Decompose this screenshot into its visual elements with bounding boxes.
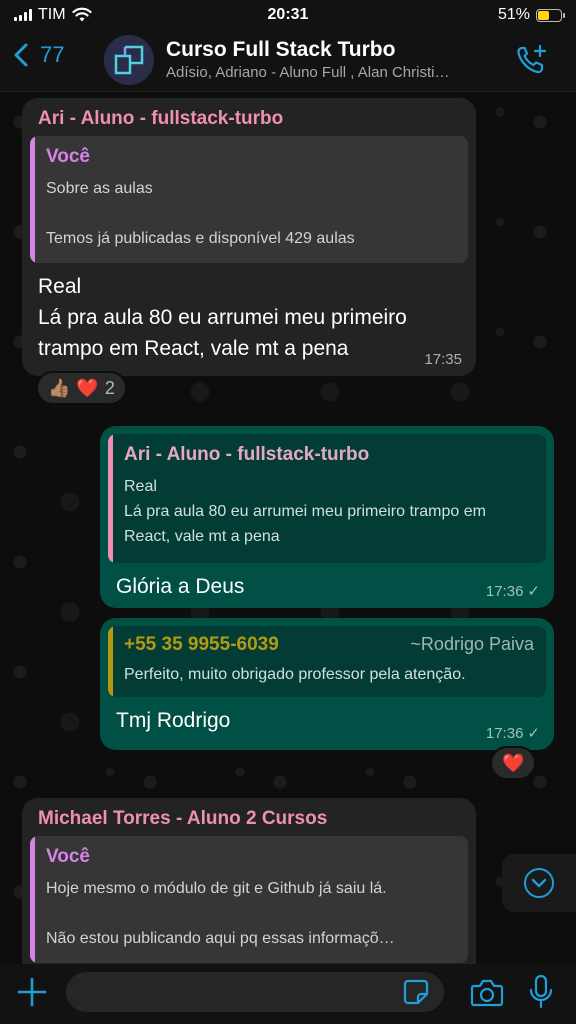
- message-time: 17:35: [424, 351, 462, 368]
- quoted-message[interactable]: Você Sobre as aulas Temos já publicadas …: [30, 136, 468, 263]
- reaction-count: 2: [104, 377, 115, 398]
- group-avatar[interactable]: [104, 35, 154, 85]
- quoted-text: Real Lá pra aula 80 eu arrumei meu prime…: [124, 478, 486, 545]
- sent-check-icon: ✓: [527, 583, 540, 600]
- heart-emoji-icon: ❤️: [502, 752, 525, 773]
- quoted-text: Perfeito, muito obrigado professor pela …: [124, 666, 466, 683]
- quoted-text: Sobre as aulas Temos já publicadas e dis…: [46, 180, 355, 247]
- outgoing-message[interactable]: Ari - Aluno - fullstack-turbo Real Lá pr…: [100, 426, 554, 608]
- group-title[interactable]: Curso Full Stack Turbo: [166, 38, 395, 62]
- plus-icon[interactable]: [16, 976, 48, 1008]
- quoted-author: Você: [46, 146, 91, 167]
- sticker-icon[interactable]: [402, 978, 430, 1006]
- incoming-message[interactable]: Ari - Aluno - fullstack-turbo Você Sobre…: [22, 98, 476, 376]
- unread-count: 77: [40, 42, 65, 67]
- scroll-to-bottom-button[interactable]: [502, 854, 576, 912]
- message-line: Real: [38, 275, 82, 298]
- composer-bar: [0, 964, 576, 1024]
- quoted-message[interactable]: Você Hoje mesmo o módulo de git e Github…: [30, 836, 468, 963]
- clock: 20:31: [267, 6, 309, 23]
- battery-level: [538, 10, 550, 20]
- camera-icon[interactable]: [470, 978, 504, 1008]
- heart-emoji-icon: ❤️: [76, 377, 99, 398]
- message-line: Lá pra aula 80 eu arrumei meu primeiro t…: [38, 306, 407, 360]
- reactions-badge[interactable]: ❤️: [490, 746, 537, 780]
- sender-name: Michael Torres - Aluno 2 Cursos: [38, 808, 328, 829]
- quoted-header: +55 35 9955-6039 ~Rodrigo Paiva: [124, 634, 534, 656]
- quoted-push-name: ~Rodrigo Paiva: [410, 634, 534, 654]
- chevron-down-circle-icon: [524, 868, 554, 898]
- thumbs-up-emoji-icon: 👍🏽: [48, 377, 71, 398]
- message-text: Real Lá pra aula 80 eu arrumei meu prime…: [38, 271, 460, 364]
- message-time: 17:36: [485, 724, 524, 742]
- message-text: Glória a Deus: [116, 575, 245, 598]
- message-list[interactable]: Ari - Aluno - fullstack-turbo Você Sobre…: [0, 92, 576, 964]
- quoted-author: Ari - Aluno - fullstack-turbo: [124, 444, 370, 465]
- quoted-phone: +55 35 9955-6039: [124, 634, 279, 655]
- group-members[interactable]: Adísio, Adriano - Aluno Full , Alan Chri…: [166, 64, 496, 81]
- message-text: Tmj Rodrigo: [116, 709, 231, 732]
- message-input[interactable]: [66, 972, 444, 1012]
- outgoing-message[interactable]: +55 35 9955-6039 ~Rodrigo Paiva Perfeito…: [100, 618, 554, 750]
- quoted-message[interactable]: +55 35 9955-6039 ~Rodrigo Paiva Perfeito…: [108, 626, 546, 697]
- message-meta: 17:35: [424, 351, 462, 368]
- quoted-author: Você: [46, 846, 91, 867]
- microphone-icon[interactable]: [526, 974, 556, 1010]
- add-call-icon[interactable]: [514, 42, 550, 78]
- battery-icon: [536, 8, 565, 22]
- reactions-badge[interactable]: 👍🏽 ❤️ 2: [36, 371, 127, 405]
- group-logo-icon: [114, 45, 144, 75]
- message-meta: 17:36 ✓: [485, 582, 540, 601]
- chat-header: 77 Curso Full Stack Turbo Adísio, Adrian…: [0, 30, 576, 92]
- quoted-text: Hoje mesmo o módulo de git e Github já s…: [46, 880, 395, 947]
- quoted-message[interactable]: Ari - Aluno - fullstack-turbo Real Lá pr…: [108, 434, 546, 563]
- incoming-message[interactable]: Michael Torres - Aluno 2 Cursos Você Hoj…: [22, 798, 476, 964]
- battery-percent: 51%: [497, 6, 530, 23]
- message-meta: 17:36 ✓: [485, 724, 540, 743]
- message-time: 17:36: [485, 582, 524, 600]
- chevron-left-icon: [14, 43, 28, 67]
- sent-check-icon: ✓: [527, 725, 540, 742]
- sender-name: Ari - Aluno - fullstack-turbo: [38, 108, 284, 129]
- status-right: 51%: [497, 6, 565, 24]
- status-bar: TIM 20:31 51%: [0, 0, 576, 30]
- back-button[interactable]: 77: [12, 42, 64, 68]
